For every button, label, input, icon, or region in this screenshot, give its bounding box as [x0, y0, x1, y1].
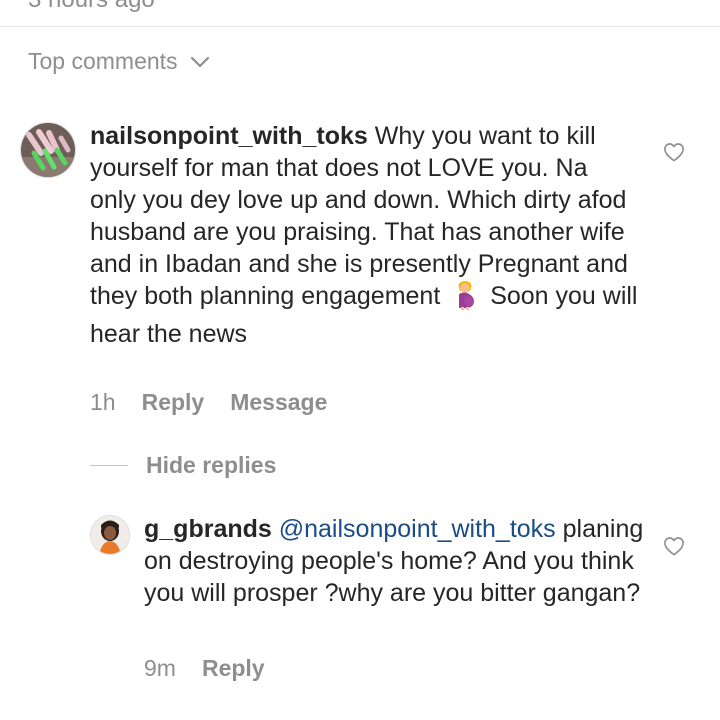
section-divider	[0, 26, 720, 27]
reply-time: 9m	[144, 655, 176, 681]
pregnant-woman-emoji	[453, 280, 477, 318]
heart-outline-icon[interactable]	[663, 536, 685, 556]
reply-button[interactable]: Reply	[202, 655, 265, 682]
sort-label: Top comments	[28, 48, 178, 74]
reply-username[interactable]: g_gbrands	[144, 515, 272, 543]
reply-meta: 9m Reply	[144, 655, 265, 682]
comment-sort-dropdown[interactable]: Top comments	[28, 48, 210, 75]
avatar[interactable]	[90, 515, 130, 555]
heart-outline-icon[interactable]	[663, 142, 685, 162]
replies-divider	[90, 465, 128, 466]
chevron-down-icon	[190, 56, 209, 67]
reply-button[interactable]: Reply	[142, 389, 205, 416]
hide-replies-button[interactable]: Hide replies	[90, 452, 276, 479]
message-button[interactable]: Message	[230, 389, 327, 416]
comment-body: nailsonpoint_with_toks Why you want to k…	[90, 120, 640, 350]
reply-mention[interactable]: @nailsonpoint_with_toks	[279, 515, 556, 543]
hide-replies-label: Hide replies	[146, 452, 277, 478]
reply-body: g_gbrands @nailsonpoint_with_toks planin…	[144, 513, 644, 609]
avatar[interactable]	[20, 122, 76, 178]
post-timestamp: 3 hours ago	[28, 0, 155, 14]
comment-username[interactable]: nailsonpoint_with_toks	[90, 122, 368, 150]
comment-time: 1h	[90, 389, 116, 415]
comment-meta: 1h Reply Message	[90, 389, 327, 416]
